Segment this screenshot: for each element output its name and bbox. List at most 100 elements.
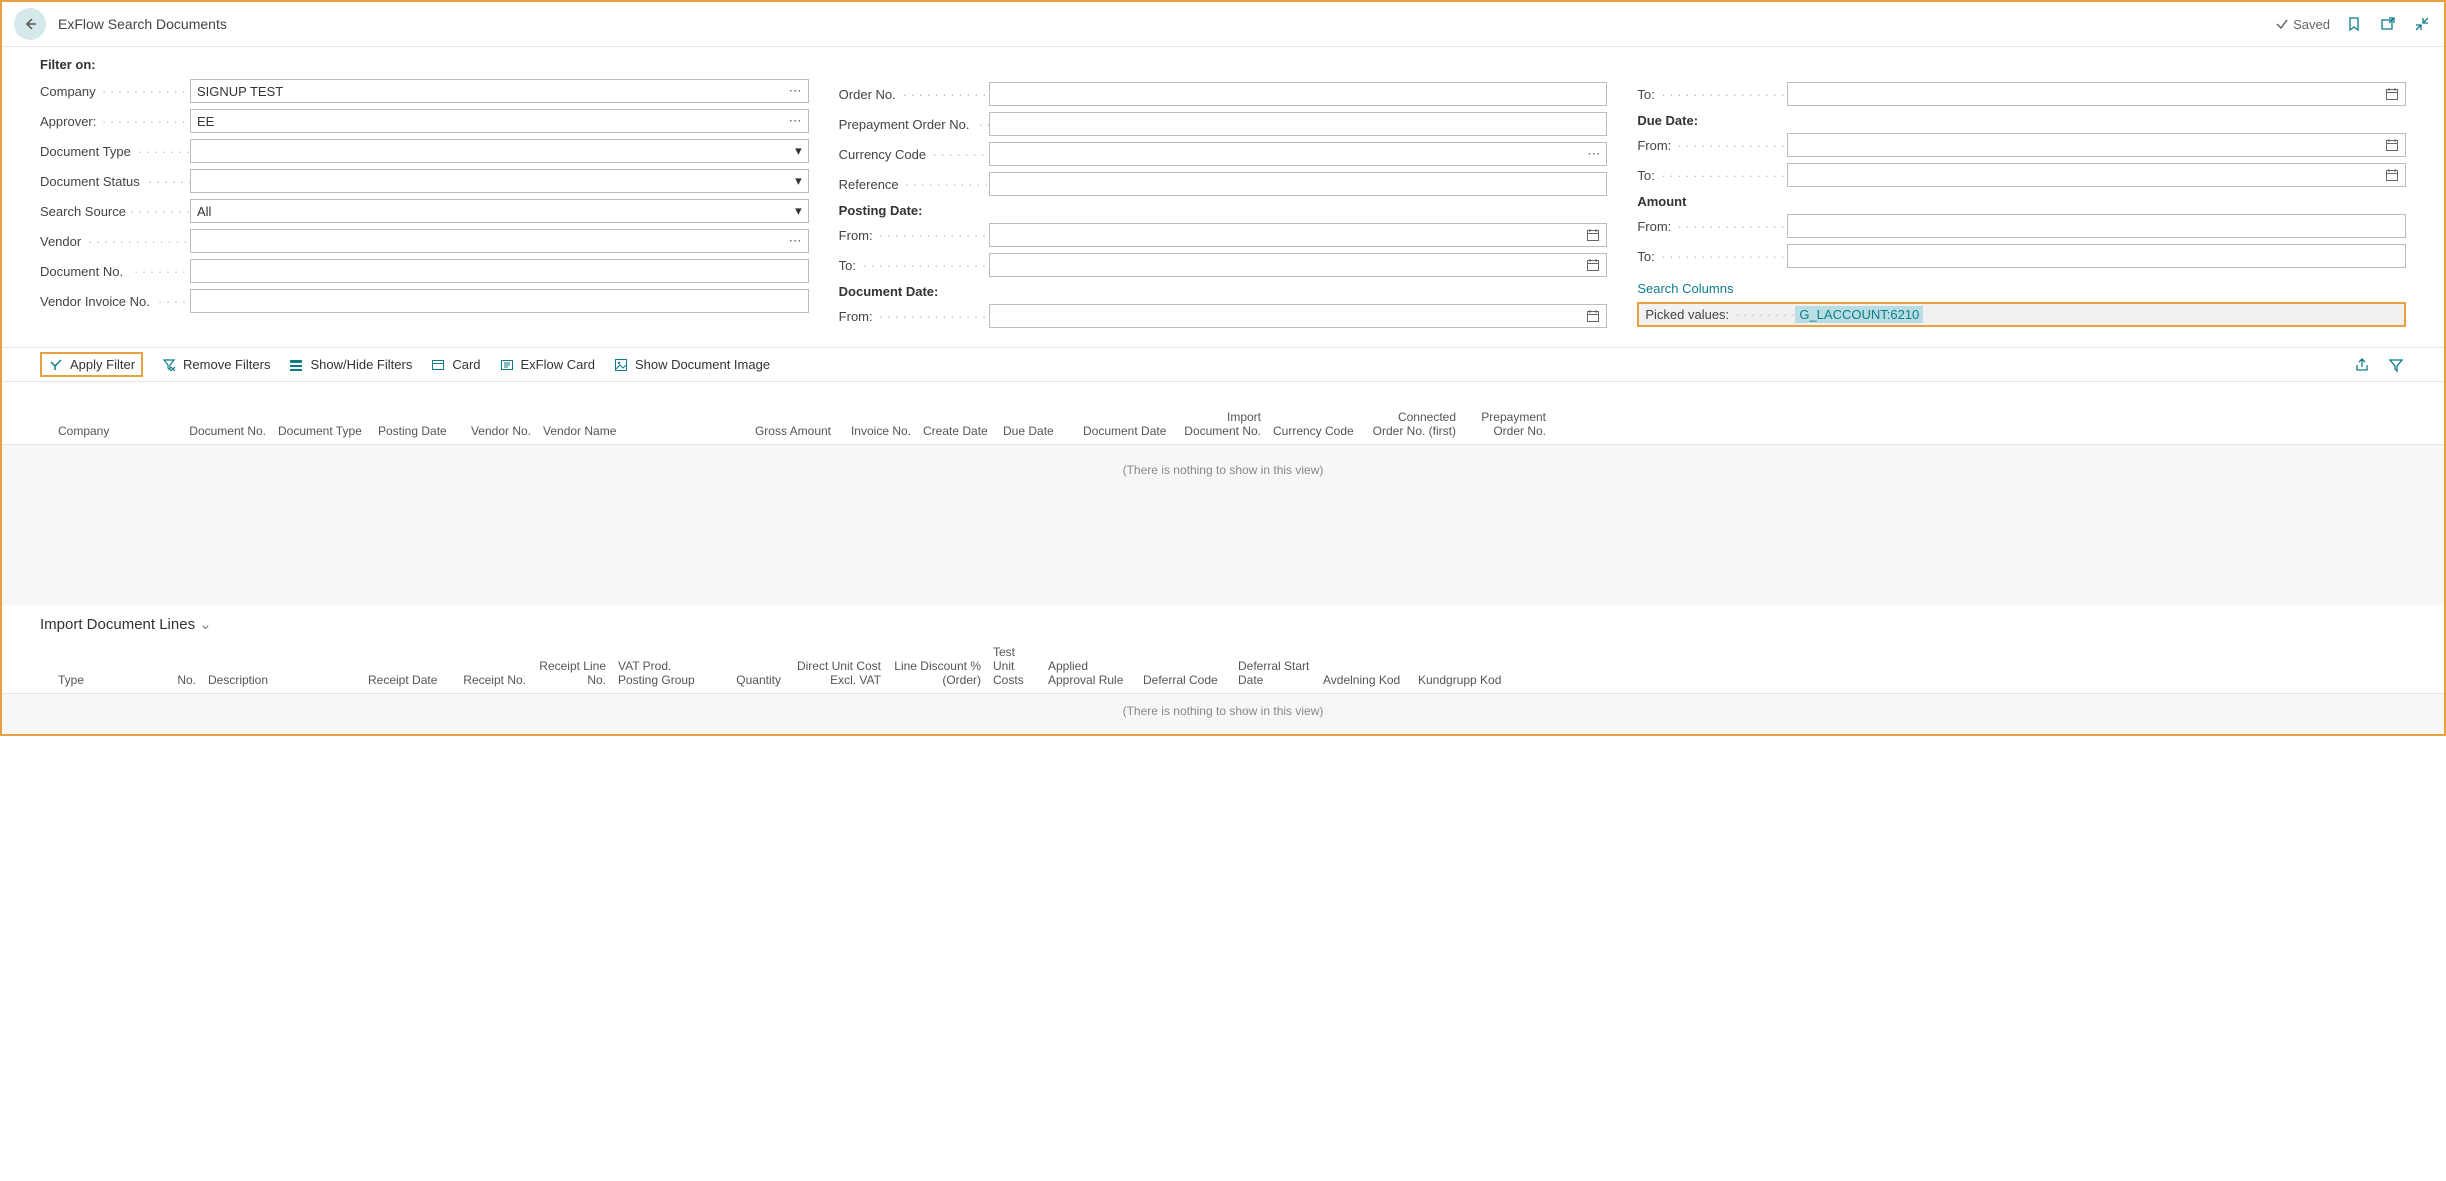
page-header: ExFlow Search Documents Saved [2,2,2444,47]
docno-input[interactable] [190,259,809,283]
vendor-input[interactable]: ⋯ [190,229,809,253]
share-button[interactable] [2352,355,2372,375]
preorder-input[interactable] [989,112,1608,136]
approver-input[interactable]: EE⋯ [190,109,809,133]
popout-icon [2380,16,2396,32]
col-createdate[interactable]: Create Date [917,424,997,438]
filter-button[interactable] [2386,355,2406,375]
calendar-icon[interactable] [2385,87,2399,101]
col2-rno[interactable]: Receipt No. [452,673,532,687]
postingdate-from-input[interactable] [989,223,1608,247]
duedate-to-input[interactable] [1787,163,2406,187]
import-lines-title[interactable]: Import Document Lines ⌄ [40,615,2406,633]
card-button[interactable]: Card [430,357,480,372]
image-icon [613,358,629,372]
col-vendorno[interactable]: Vendor No. [457,424,537,438]
col-currcode[interactable]: Currency Code [1267,424,1362,438]
exflow-card-button[interactable]: ExFlow Card [499,357,595,372]
doctype-select[interactable]: ▾ [190,139,809,163]
show-image-button[interactable]: Show Document Image [613,357,770,372]
col-invno[interactable]: Invoice No. [837,424,917,438]
back-button[interactable] [14,8,46,40]
lookup-icon[interactable]: ⋯ [789,83,802,99]
docdate-to-label: To: [1637,87,1787,102]
col-company[interactable]: Company [52,424,182,438]
postingdate-to-label: To: [839,258,989,273]
col2-rdate[interactable]: Receipt Date [362,673,452,687]
col-gross[interactable]: Gross Amount [737,424,837,438]
vendinv-input[interactable] [190,289,809,313]
col-postdate[interactable]: Posting Date [372,424,457,438]
col2-duc[interactable]: Direct Unit Cost Excl. VAT [787,659,887,687]
col2-avd[interactable]: Avdelning Kod [1317,673,1412,687]
duedate-from-input[interactable] [1787,133,2406,157]
col-doctype[interactable]: Document Type [272,424,372,438]
col2-disc[interactable]: Line Discount % (Order) [887,659,987,687]
vendor-label: Vendor [40,234,190,249]
reference-input[interactable] [989,172,1608,196]
lookup-icon[interactable]: ⋯ [789,113,802,129]
popout-button[interactable] [2378,14,2398,34]
chevron-down-icon: ▾ [795,173,802,189]
filter-col-1: Filter on: Company SIGNUP TEST⋯ Approver… [40,57,809,333]
grid-header: Company Document No. Document Type Posti… [2,406,2444,445]
col-preorder[interactable]: Prepayment Order No. [1462,410,1552,438]
col2-desc[interactable]: Description [202,673,362,687]
docdate-from-input[interactable] [989,304,1608,328]
orderno-input[interactable] [989,82,1608,106]
company-input[interactable]: SIGNUP TEST⋯ [190,79,809,103]
col2-defstart[interactable]: Deferral Start Date [1232,659,1317,687]
chevron-down-icon: ▾ [795,143,802,159]
remove-filters-button[interactable]: Remove Filters [161,357,270,372]
col-importdocno[interactable]: Import Document No. [1177,410,1267,438]
import-lines-section: Import Document Lines ⌄ [2,605,2444,633]
lookup-icon[interactable]: ⋯ [789,233,802,249]
col-duedate[interactable]: Due Date [997,424,1077,438]
filter-col-3: To: Due Date: From: To: Amount From: To:… [1637,57,2406,333]
docdate-to-input[interactable] [1787,82,2406,106]
amount-to-input[interactable] [1787,244,2406,268]
col2-qty[interactable]: Quantity [707,673,787,687]
col2-apprule[interactable]: Applied Approval Rule [1042,659,1137,687]
col-vendorname[interactable]: Vendor Name [537,424,737,438]
filter-heading: Filter on: [40,57,809,72]
col2-type[interactable]: Type [52,673,142,687]
postingdate-to-input[interactable] [989,253,1608,277]
docstatus-select[interactable]: ▾ [190,169,809,193]
picked-values-value[interactable]: G_LACCOUNT:6210 [1795,306,1923,323]
col2-rlno[interactable]: Receipt Line No. [532,659,612,687]
source-select[interactable]: All▾ [190,199,809,223]
currency-input[interactable]: ⋯ [989,142,1608,166]
calendar-icon[interactable] [1586,258,1600,272]
filter-area: Filter on: Company SIGNUP TEST⋯ Approver… [2,47,2444,347]
action-toolbar: Apply Filter Remove Filters Show/Hide Fi… [2,347,2444,382]
lookup-icon[interactable]: ⋯ [1587,146,1600,162]
docdate-heading: Document Date: [839,284,1608,299]
filter-col-2: Order No. Prepayment Order No. Currency … [839,57,1608,333]
import-lines-grid: Type No. Description Receipt Date Receip… [2,639,2444,734]
apply-filter-button[interactable]: Apply Filter [40,352,143,377]
col-connorder[interactable]: Connected Order No. (first) [1362,410,1462,438]
remove-filter-icon [161,358,177,372]
documents-grid: Company Document No. Document Type Posti… [2,406,2444,605]
col2-vat[interactable]: VAT Prod. Posting Group [612,659,707,687]
search-columns-link[interactable]: Search Columns [1637,281,1733,296]
bookmark-button[interactable] [2344,14,2364,34]
calendar-icon[interactable] [2385,138,2399,152]
reference-label: Reference [839,177,989,192]
col2-tuc[interactable]: Test Unit Costs [987,645,1042,687]
showhide-filters-button[interactable]: Show/Hide Filters [288,357,412,372]
calendar-icon[interactable] [2385,168,2399,182]
collapse-button[interactable] [2412,14,2432,34]
col2-no[interactable]: No. [142,673,202,687]
showhide-icon [288,358,304,372]
col-docdate[interactable]: Document Date [1077,424,1177,438]
calendar-icon[interactable] [1586,228,1600,242]
check-icon [2275,17,2289,31]
col2-defcode[interactable]: Deferral Code [1137,673,1232,687]
col-docno[interactable]: Document No. [182,424,272,438]
amount-from-input[interactable] [1787,214,2406,238]
saved-indicator: Saved [2275,17,2330,32]
col2-kund[interactable]: Kundgrupp Kod [1412,673,1512,687]
calendar-icon[interactable] [1586,309,1600,323]
